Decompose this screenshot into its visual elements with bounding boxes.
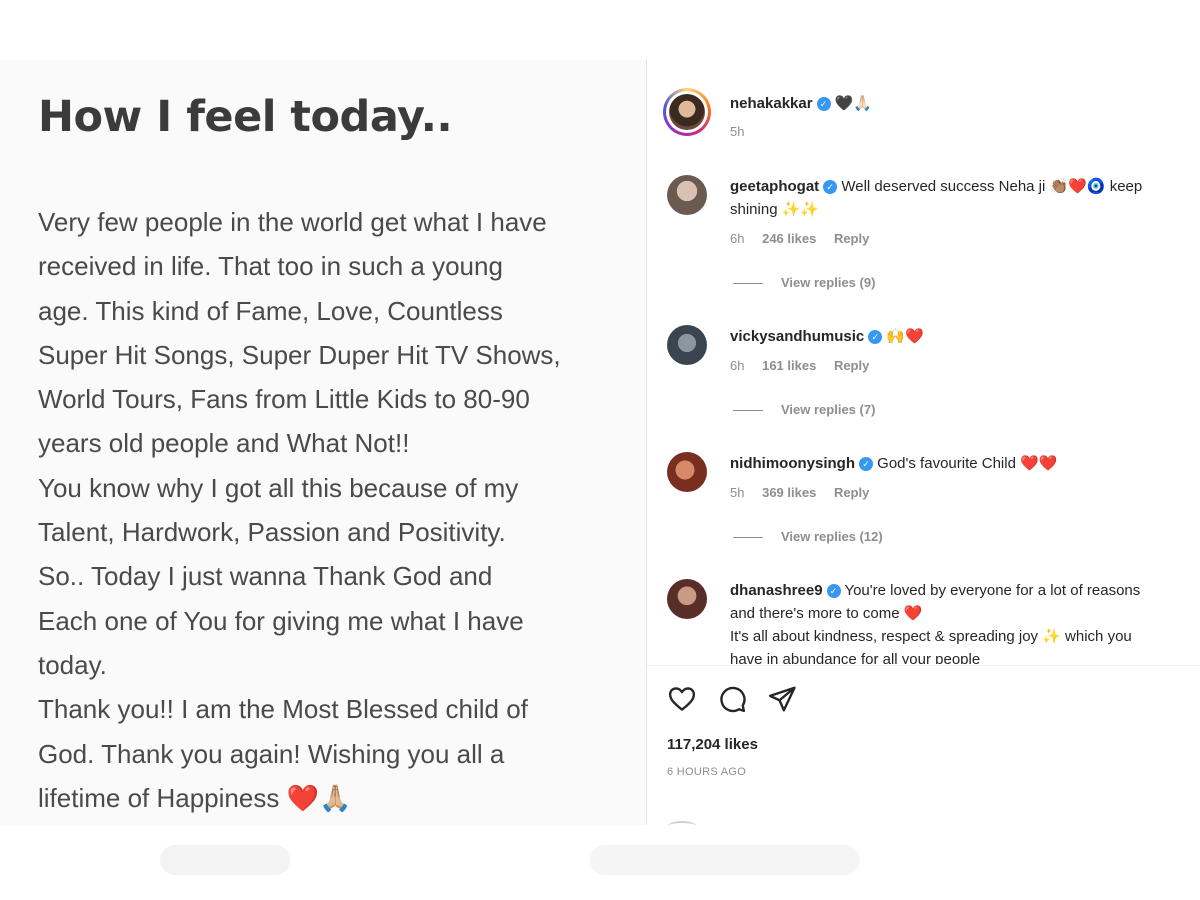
comment-text: geetaphogat ✓ Well deserved success Neha … bbox=[730, 175, 1142, 221]
heart-pray-emoji: ❤️🙏🏼 bbox=[286, 782, 352, 813]
comment-likes[interactable]: 369 likes bbox=[762, 485, 816, 500]
text-line: Talent, Hardwork, Passion and Positivity… bbox=[38, 517, 506, 548]
heart-icon[interactable] bbox=[667, 684, 697, 714]
view-replies-label: View replies (12) bbox=[781, 529, 883, 544]
text-line-last: lifetime of Happiness ❤️🙏🏼 bbox=[38, 776, 638, 820]
text-line: today. bbox=[38, 649, 107, 680]
comment-username[interactable]: nidhimoonysingh bbox=[730, 455, 855, 472]
comment-body: shining ✨✨ bbox=[730, 201, 820, 218]
view-replies-button[interactable]: View replies (7) bbox=[733, 402, 875, 417]
text-line: Very few people in the world get what I … bbox=[38, 207, 547, 237]
comment-body: It's all about kindness, respect & sprea… bbox=[730, 628, 1132, 645]
bottom-margin bbox=[0, 821, 1200, 900]
text-line: So.. Today I just wanna Thank God and bbox=[38, 561, 493, 592]
share-icon[interactable] bbox=[767, 684, 797, 714]
comment-time: 5h bbox=[730, 485, 745, 500]
comment-meta: 6h 246 likes Reply bbox=[730, 231, 883, 246]
view-replies-button[interactable]: View replies (9) bbox=[733, 275, 875, 290]
comment-text: nidhimoonysingh ✓ God's favourite Child ❤… bbox=[730, 452, 1057, 475]
text-line: Super Hit Songs, Super Duper Hit TV Show… bbox=[38, 339, 561, 370]
author-line: nehakakkar ✓ 🖤🙏🏻 bbox=[730, 94, 872, 112]
blurred-area bbox=[160, 845, 290, 875]
author-caption: 🖤🙏🏻 bbox=[834, 95, 873, 112]
view-replies-label: View replies (7) bbox=[781, 402, 876, 417]
text-line: years old people and What Not!! bbox=[38, 428, 410, 459]
view-replies-button[interactable]: View replies (12) bbox=[733, 529, 883, 544]
text-line: World Tours, Fans from Little Kids to 80… bbox=[38, 384, 530, 415]
comment-meta: 6h 161 likes Reply bbox=[730, 358, 883, 373]
text-line: lifetime of Happiness bbox=[38, 782, 280, 813]
commenter-avatar[interactable] bbox=[667, 452, 707, 492]
comment-body: have in abundance for all your people bbox=[730, 651, 981, 664]
comment: dhanashree9 ✓ You're loved by everyone fo… bbox=[667, 579, 1200, 664]
likes-count[interactable]: 117,204 likes bbox=[667, 736, 758, 753]
view-replies-label: View replies (9) bbox=[781, 275, 876, 290]
reply-button[interactable]: Reply bbox=[834, 485, 869, 500]
comments-panel: nehakakkar ✓ 🖤🙏🏻 5h geetaphogat ✓ Well des… bbox=[647, 60, 1200, 825]
top-margin bbox=[0, 0, 1200, 60]
comment-meta: 5h 369 likes Reply bbox=[730, 485, 883, 500]
text-line: You know why I got all this because of m… bbox=[38, 472, 519, 503]
reply-button[interactable]: Reply bbox=[834, 358, 869, 373]
post-image-heading: How I feel today.. bbox=[38, 92, 453, 142]
comment-likes[interactable]: 246 likes bbox=[762, 231, 816, 246]
verified-badge-icon: ✓ bbox=[859, 457, 873, 472]
comment-icon[interactable] bbox=[717, 684, 747, 714]
post-image-text: Very few people in the world get what I … bbox=[38, 200, 638, 820]
comment-body: Well deserved success Neha ji 👏🏽❤️🧿 keep bbox=[841, 178, 1143, 195]
author-timestamp: 5h bbox=[730, 124, 745, 139]
blurred-area bbox=[590, 845, 860, 875]
text-line: God. Thank you again! Wishing you all a bbox=[38, 738, 505, 769]
commenter-avatar[interactable] bbox=[667, 325, 707, 365]
comment-text: dhanashree9 ✓ You're loved by everyone fo… bbox=[730, 579, 1140, 664]
verified-badge-icon: ✓ bbox=[868, 330, 883, 345]
comment-time: 6h bbox=[730, 358, 745, 373]
text-line: received in life. That too in such a you… bbox=[38, 251, 503, 282]
comment-likes[interactable]: 161 likes bbox=[762, 358, 816, 373]
replies-dash bbox=[733, 283, 763, 285]
actions-divider bbox=[647, 665, 1200, 666]
reply-button[interactable]: Reply bbox=[834, 231, 869, 246]
text-line: Each one of You for giving me what I hav… bbox=[38, 605, 524, 636]
instagram-post: How I feel today.. Very few people in th… bbox=[0, 60, 1200, 825]
verified-badge-icon: ✓ bbox=[816, 97, 831, 112]
cut-off-avatar bbox=[668, 821, 696, 831]
author-username[interactable]: nehakakkar bbox=[730, 95, 813, 112]
comment-body: God's favourite Child ❤️❤️ bbox=[877, 455, 1058, 472]
post-image[interactable]: How I feel today.. Very few people in th… bbox=[0, 60, 646, 825]
post-timestamp: 6 HOURS AGO bbox=[667, 766, 747, 778]
commenter-avatar[interactable] bbox=[667, 175, 707, 215]
comment-body: 🙌❤️ bbox=[886, 328, 924, 345]
comment-username[interactable]: geetaphogat bbox=[730, 178, 819, 195]
verified-badge-icon: ✓ bbox=[823, 180, 838, 195]
comment-text: vickysandhumusic ✓ 🙌❤️ bbox=[730, 325, 924, 348]
author-avatar[interactable] bbox=[663, 88, 711, 136]
verified-badge-icon: ✓ bbox=[826, 584, 841, 599]
replies-dash bbox=[733, 537, 763, 539]
comment-body: and there's more to come ❤️ bbox=[730, 605, 923, 622]
comment-body: You're loved by everyone for a lot of re… bbox=[844, 582, 1141, 599]
comment-username[interactable]: vickysandhumusic bbox=[730, 328, 864, 345]
comment-time: 6h bbox=[730, 231, 745, 246]
commenter-avatar[interactable] bbox=[667, 579, 707, 619]
comment-username[interactable]: dhanashree9 bbox=[730, 582, 823, 599]
text-line: age. This kind of Fame, Love, Countless bbox=[38, 295, 503, 326]
text-line: Thank you!! I am the Most Blessed child … bbox=[38, 694, 528, 725]
replies-dash bbox=[733, 410, 763, 412]
